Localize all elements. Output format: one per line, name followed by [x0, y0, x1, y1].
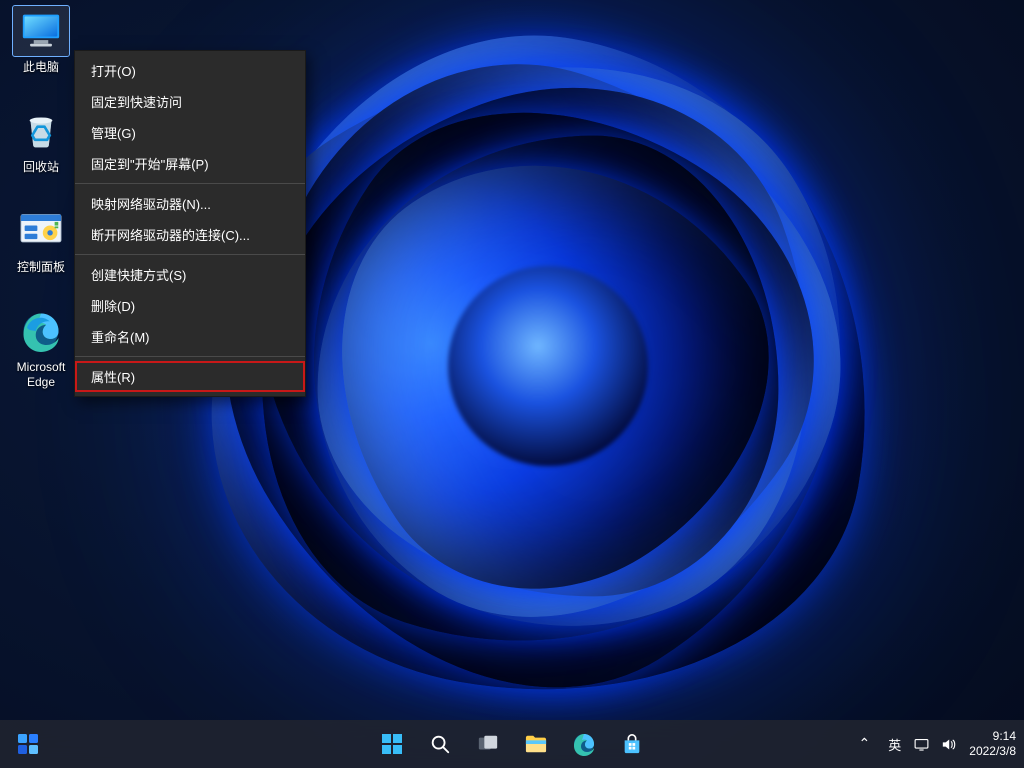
ctx-separator — [75, 356, 305, 357]
ctx-properties[interactable]: 属性(R) — [75, 361, 305, 392]
edge-icon — [13, 306, 69, 356]
ctx-rename[interactable]: 重命名(M) — [75, 321, 305, 352]
store-button[interactable] — [612, 724, 652, 764]
start-icon — [380, 732, 404, 756]
recycle-bin-icon — [13, 106, 69, 156]
widgets-button[interactable] — [8, 724, 48, 764]
clock[interactable]: 9:14 2022/3/8 — [969, 729, 1016, 759]
volume-icon — [940, 736, 957, 753]
start-button[interactable] — [372, 724, 412, 764]
clock-date: 2022/3/8 — [969, 744, 1016, 759]
search-button[interactable] — [420, 724, 460, 764]
store-icon — [621, 733, 643, 755]
edge-button[interactable] — [564, 724, 604, 764]
desktop-icon-edge[interactable]: Microsoft Edge — [3, 306, 79, 390]
ctx-delete[interactable]: 删除(D) — [75, 290, 305, 321]
file-explorer-button[interactable] — [516, 724, 556, 764]
tray-overflow-button[interactable]: ⌃ — [853, 724, 877, 764]
search-icon — [429, 733, 451, 755]
ctx-separator — [75, 183, 305, 184]
ctx-open[interactable]: 打开(O) — [75, 55, 305, 86]
control-panel-icon — [13, 206, 69, 256]
chevron-up-icon: ⌃ — [859, 735, 871, 752]
clock-time: 9:14 — [969, 729, 1016, 744]
ctx-shortcut[interactable]: 创建快捷方式(S) — [75, 259, 305, 290]
task-view-button[interactable] — [468, 724, 508, 764]
ctx-pin-start[interactable]: 固定到"开始"屏幕(P) — [75, 148, 305, 179]
network-icon — [913, 736, 930, 753]
desktop-icon-this-pc[interactable]: 此电脑 — [3, 6, 79, 75]
context-menu: 打开(O)固定到快速访问管理(G)固定到"开始"屏幕(P) 映射网络驱动器(N).… — [74, 50, 306, 397]
ctx-separator — [75, 254, 305, 255]
desktop-icon-label: Microsoft Edge — [17, 360, 66, 390]
ctx-pin-quick[interactable]: 固定到快速访问 — [75, 86, 305, 117]
ctx-map-drive[interactable]: 映射网络驱动器(N)... — [75, 188, 305, 219]
this-pc-icon — [13, 6, 69, 56]
system-tray[interactable] — [913, 736, 957, 753]
explorer-icon — [524, 733, 548, 755]
desktop-icon-recycle-bin[interactable]: 回收站 — [3, 106, 79, 175]
desktop-icon-label: 此电脑 — [23, 60, 59, 75]
edge-icon — [572, 732, 596, 756]
desktop-icon-label: 回收站 — [23, 160, 59, 175]
desktop-icon-control-panel[interactable]: 控制面板 — [3, 206, 79, 275]
ime-indicator[interactable]: 英 — [888, 735, 901, 754]
ctx-manage[interactable]: 管理(G) — [75, 117, 305, 148]
task-view-icon — [477, 733, 499, 755]
widgets-icon — [16, 732, 40, 756]
desktop-icon-label: 控制面板 — [17, 260, 65, 275]
ctx-unmap-drive[interactable]: 断开网络驱动器的连接(C)... — [75, 219, 305, 250]
taskbar: ⌃ 英 9:14 2022/3/8 — [0, 720, 1024, 768]
